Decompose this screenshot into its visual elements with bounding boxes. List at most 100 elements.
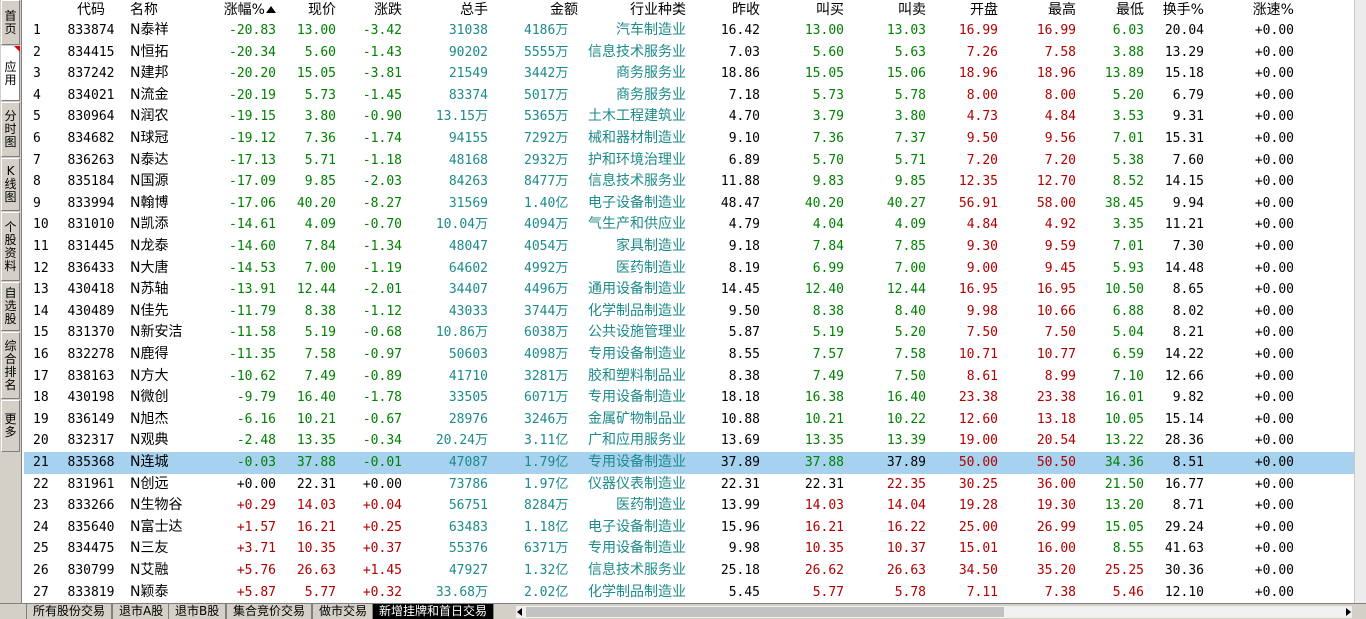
row-index: 17 <box>33 368 49 384</box>
turnover-amount: 5555万 <box>524 42 588 64</box>
turnover-rate: 13.29 <box>1164 44 1204 60</box>
current-price: 5.19 <box>304 325 336 341</box>
header-ask[interactable]: 叫卖 <box>874 1 926 19</box>
table-row[interactable]: 26 830799 N艾融 +5.76 26.63 +1.45 47927 1.32亿 信息技术… <box>24 560 1354 582</box>
current-price: 26.63 <box>296 563 336 578</box>
header-bid[interactable]: 叫买 <box>792 1 844 19</box>
high-price: 35.20 <box>1036 563 1076 578</box>
header-prev[interactable]: 昨收 <box>708 1 760 19</box>
turnover-rate: 15.14 <box>1164 411 1204 427</box>
tab-3[interactable]: 集合竞价交易 <box>226 604 313 619</box>
tab-1[interactable]: 退市A股 <box>112 604 171 619</box>
table-row[interactable]: 5 830964 N润农 -19.15 3.80 -0.90 13.15万 5365万 土木工程… <box>24 106 1354 128</box>
table-row[interactable]: 18 430198 N微创 -9.79 16.40 -1.78 33505 6071万 专用设备… <box>24 387 1354 409</box>
horizontal-scrollbar[interactable] <box>516 606 1352 618</box>
current-price: 13.00 <box>296 23 336 38</box>
table-row[interactable]: 25 834475 N三友 +3.71 10.35 +0.37 55376 6371万 专用设备… <box>24 538 1354 560</box>
header-vol[interactable]: 总手 <box>414 1 488 19</box>
table-row[interactable]: 16 832278 N鹿得 -11.35 7.58 -0.97 50603 4098万 专用设备… <box>24 344 1354 366</box>
header-chg[interactable]: 涨跌 <box>342 1 402 19</box>
table-row[interactable]: 7 836263 N泰达 -17.13 5.71 -1.18 48168 2932万 护和环境治… <box>24 150 1354 172</box>
tab-2[interactable]: 退市B股 <box>168 604 227 619</box>
table-row[interactable]: 6 834682 N球冠 -19.12 7.36 -1.74 94155 7292万 械和器材制… <box>24 128 1354 150</box>
header-open[interactable]: 开盘 <box>954 1 998 19</box>
change-percent: -20.20 <box>229 66 276 82</box>
turnover-rate: 8.51 <box>1172 455 1204 470</box>
toolbar-item-label: 资 <box>4 245 17 260</box>
table-row[interactable]: 15 831370 N新安洁 -11.58 5.19 -0.68 10.86万 6038万 公共… <box>24 322 1354 344</box>
table-row[interactable]: 24 835640 N富士达 +1.57 16.21 +0.25 63483 1.18亿 电子设… <box>24 517 1354 539</box>
turnover-amount: 1.32亿 <box>524 560 588 582</box>
toolbar-item-7[interactable]: 更多 <box>1 400 20 452</box>
prev-close: 18.18 <box>720 390 760 406</box>
industry: 械和器材制造业 <box>588 130 686 146</box>
turnover-amount: 8477万 <box>524 171 588 193</box>
low-price: 3.35 <box>1112 217 1144 233</box>
header-price[interactable]: 现价 <box>282 1 336 19</box>
tab-5[interactable]: 新增挂牌和首日交易 <box>372 604 495 619</box>
table-row[interactable]: 17 838163 N方大 -10.62 7.49 -0.89 41710 3281万 胶和塑料… <box>24 366 1354 388</box>
header-name[interactable]: 名称 <box>130 1 190 19</box>
header-turn[interactable]: 换手% <box>1146 1 1204 19</box>
header-code[interactable]: 代码 <box>56 1 126 19</box>
ask-price: 26.63 <box>886 563 926 578</box>
header-pct[interactable]: 涨幅% <box>214 1 276 19</box>
table-row[interactable]: 13 430418 N苏轴 -13.91 12.44 -2.01 34407 4496万 通用设… <box>24 279 1354 301</box>
header-amt[interactable]: 金额 <box>524 1 578 19</box>
industry: 化学制品制造业 <box>588 302 686 319</box>
scrollbar-thumb[interactable] <box>526 607 1004 617</box>
table-row[interactable]: 27 833819 N颖泰 +5.87 5.77 +0.32 33.68万 2.02亿 化学制品… <box>24 582 1354 604</box>
industry: 土木工程建筑业 <box>588 108 686 125</box>
toolbar-item-4[interactable]: 个股资料 <box>1 212 20 281</box>
stock-code: 834475 <box>67 541 115 557</box>
tab-0[interactable]: 所有股份交易 <box>26 604 113 619</box>
table-row[interactable]: 8 835184 N国源 -17.09 9.85 -2.03 84263 8477万 信息技术服… <box>24 171 1354 193</box>
table-row[interactable]: 2 834415 N恒拓 -20.34 5.60 -1.43 90202 5555万 信息技术服… <box>24 42 1354 64</box>
toolbar-item-5[interactable]: 自选股 <box>1 282 20 331</box>
table-row[interactable]: 4 834021 N流金 -20.19 5.73 -1.45 83374 5017万 商务服务业… <box>24 85 1354 107</box>
value-unit: 万 <box>555 87 569 103</box>
bid-price: 5.60 <box>812 44 844 60</box>
header-high[interactable]: 最高 <box>1026 1 1076 19</box>
table-row[interactable]: 11 831445 N龙泰 -14.60 7.84 -1.34 48047 4054万 家具制造… <box>24 236 1354 258</box>
table-row[interactable]: 19 836149 N旭杰 -6.16 10.21 -0.67 28976 3246万 金属矿物… <box>24 409 1354 431</box>
scroll-right-icon[interactable] <box>1346 608 1351 616</box>
vertical-scrollbar[interactable] <box>1354 0 1366 603</box>
industry: 电子设备制造业 <box>588 518 686 535</box>
table-row[interactable]: 21 835368 N连城 -0.03 37.88 -0.01 47087 1.79亿 专用设备… <box>24 452 1354 474</box>
turnover-rate: 8.65 <box>1172 282 1204 298</box>
table-row[interactable]: 23 833266 N生物谷 +0.29 14.03 +0.04 56751 8284万 医药制… <box>24 495 1354 517</box>
toolbar-item-6[interactable]: 综合排名 <box>1 332 20 399</box>
toolbar-item-3[interactable]: K线图 <box>1 158 20 211</box>
high-price: 4.92 <box>1044 217 1076 233</box>
value-unit: 万 <box>555 368 569 384</box>
value-unit: 万 <box>555 174 569 190</box>
stock-code: 834682 <box>67 131 115 146</box>
change-speed: +0.00 <box>1254 519 1294 535</box>
table-row[interactable]: 22 831961 N创远 +0.00 22.31 +0.00 73786 1.97亿 仪器仪表… <box>24 474 1354 496</box>
table-row[interactable]: 20 832317 N观典 -2.48 13.35 -0.34 20.24万 3.11亿 广和应… <box>24 430 1354 452</box>
toolbar-item-1[interactable]: 应用 <box>1 46 20 101</box>
turnover-rate: 14.22 <box>1164 347 1204 362</box>
stock-code: 831961 <box>67 476 115 492</box>
open-price: 15.01 <box>958 541 998 557</box>
header-low[interactable]: 最低 <box>1094 1 1144 19</box>
scroll-left-icon[interactable] <box>517 608 522 616</box>
table-row[interactable]: 1 833874 N泰祥 -20.83 13.00 -3.42 31038 4186万 汽车制造… <box>24 20 1354 42</box>
bottom-bar: 所有股份交易 退市A股 退市B股 集合竞价交易 做市交易 新增挂牌和首日交易 <box>0 603 1366 619</box>
toolbar-item-2[interactable]: 分时图 <box>1 102 20 157</box>
toolbar-item-0[interactable]: 首页 <box>1 0 20 45</box>
low-price: 5.04 <box>1112 325 1144 341</box>
header-spd[interactable]: 涨速% <box>1232 1 1294 19</box>
current-price: 10.35 <box>296 541 336 557</box>
sort-up-arrow-icon <box>266 6 276 13</box>
table-row[interactable]: 9 833994 N翰博 -17.06 40.20 -8.27 31569 1.40亿 电子设备… <box>24 193 1354 215</box>
table-row[interactable]: 10 831010 N凯添 -14.61 4.09 -0.70 10.04万 4094万 气生产… <box>24 214 1354 236</box>
header-ind[interactable]: 行业种类 <box>580 1 686 19</box>
turnover-rate: 15.18 <box>1164 66 1204 82</box>
table-row[interactable]: 3 837242 N建邦 -20.20 15.05 -3.81 21549 3442万 商务服务… <box>24 63 1354 85</box>
table-row[interactable]: 12 836433 N大唐 -14.53 7.00 -1.19 64602 4992万 医药制造… <box>24 258 1354 280</box>
table-row[interactable]: 14 430489 N佳先 -11.79 8.38 -1.12 43033 3744万 化学制品… <box>24 301 1354 323</box>
tab-4[interactable]: 做市交易 <box>312 604 375 619</box>
bid-price: 13.00 <box>804 23 844 38</box>
